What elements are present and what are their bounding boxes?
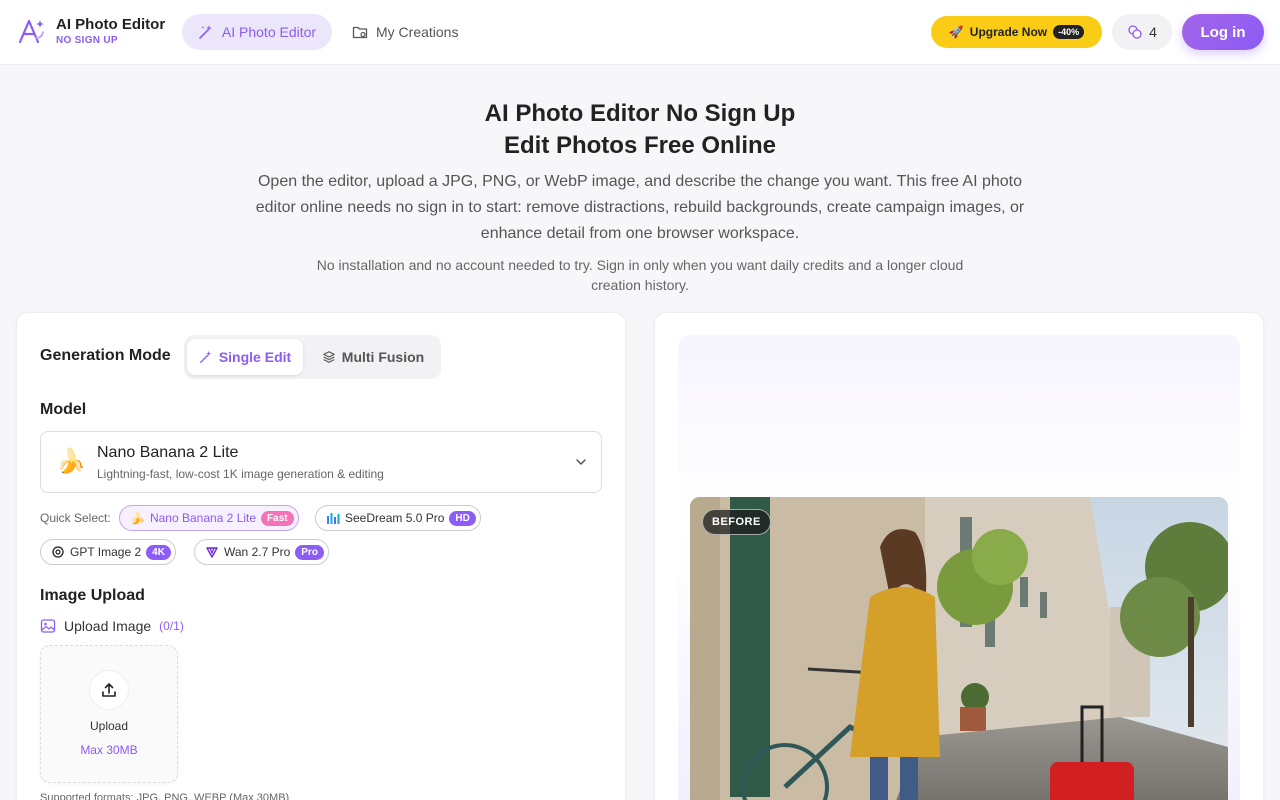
model-description: Lightning-fast, low-cost 1K image genera… [97, 467, 384, 481]
magic-wand-icon [199, 25, 212, 39]
pro-badge: Pro [295, 544, 324, 560]
logo-icon[interactable] [16, 16, 46, 46]
image-upload-label: Image Upload [40, 587, 145, 604]
folder-icon [352, 26, 368, 39]
quick-model-seedream[interactable]: SeeDream 5.0 Pro HD [315, 505, 481, 531]
banana-icon: 🍌 [130, 511, 145, 525]
upload-icon [102, 683, 116, 697]
upload-dropzone[interactable] [40, 645, 178, 783]
title-line-1: AI Photo Editor No Sign Up [484, 100, 796, 127]
tab-label: Single Edit [218, 349, 292, 365]
rocket-icon: 🚀 [948, 25, 964, 39]
wan-icon [206, 547, 218, 558]
nav-label: My Creations [376, 24, 459, 40]
before-badge: BEFORE [702, 509, 771, 535]
upload-max-size: Max 30MB [80, 743, 138, 757]
seedream-icon [327, 513, 340, 524]
layers-icon [322, 351, 335, 363]
discount-badge: -40% [1053, 25, 1085, 39]
brand-title[interactable]: AI Photo Editor [56, 16, 165, 33]
credits-count: 4 [1149, 24, 1157, 40]
upload-image-heading: Upload Image (0/1) [40, 618, 184, 634]
quick-model-nano-banana[interactable]: 🍌 Nano Banana 2 Lite Fast [119, 505, 299, 531]
upload-image-label: Upload Image [64, 618, 152, 634]
supported-formats: Supported formats: JPG, PNG, WEBP (Max 3… [40, 792, 290, 800]
hero-note: No installation and no account needed to… [316, 257, 964, 293]
top-header: AI Photo Editor NO SIGN UP AI Photo Edit… [0, 0, 1280, 65]
chip-label: GPT Image 2 [70, 545, 142, 559]
upgrade-label: Upgrade Now [969, 25, 1048, 39]
4k-badge: 4K [146, 544, 171, 560]
chip-label: SeeDream 5.0 Pro [345, 511, 445, 525]
credits-button[interactable]: 4 [1112, 14, 1172, 50]
nav-ai-photo-editor[interactable]: AI Photo Editor [182, 14, 332, 50]
street-photo [690, 497, 1228, 800]
magic-wand-icon [199, 350, 212, 363]
quick-model-wan[interactable]: Wan 2.7 Pro Pro [194, 539, 329, 565]
model-select[interactable] [40, 431, 602, 493]
tab-label: Multi Fusion [341, 349, 425, 365]
coins-icon [1128, 25, 1142, 39]
brand-subtitle: NO SIGN UP [56, 35, 118, 46]
generation-mode-label: Generation Mode [40, 347, 171, 364]
upload-count: (0/1) [159, 619, 184, 633]
hero-description: Open the editor, upload a JPG, PNG, or W… [255, 173, 1025, 242]
banana-icon: 🍌 [56, 448, 86, 475]
image-icon [40, 619, 56, 633]
model-name: Nano Banana 2 Lite [97, 444, 239, 461]
login-button[interactable]: Log in [1182, 14, 1264, 50]
chevron-down-icon[interactable] [574, 455, 588, 469]
upgrade-button[interactable]: 🚀 Upgrade Now -40% [931, 16, 1102, 48]
nav-label: AI Photo Editor [221, 24, 317, 40]
upload-text: Upload [89, 719, 129, 733]
upload-icon-button[interactable] [89, 670, 129, 710]
tab-multi-fusion[interactable]: Multi Fusion [310, 339, 436, 375]
chip-label: Wan 2.7 Pro [224, 545, 291, 559]
tab-single-edit[interactable]: Single Edit [187, 339, 303, 375]
quick-select-label: Quick Select: [40, 511, 111, 525]
before-image [690, 497, 1228, 800]
quick-model-gpt-image[interactable]: GPT Image 2 4K [40, 539, 176, 565]
model-label: Model [40, 401, 87, 418]
page-title: AI Photo Editor No Sign Up Edit Photos F… [0, 98, 1280, 162]
nav-my-creations[interactable]: My Creations [352, 14, 458, 50]
openai-icon [52, 546, 64, 558]
chip-label: Nano Banana 2 Lite [149, 511, 257, 525]
hd-badge: HD [449, 510, 476, 526]
fast-badge: Fast [261, 510, 294, 526]
title-line-2: Edit Photos Free Online [503, 132, 777, 159]
